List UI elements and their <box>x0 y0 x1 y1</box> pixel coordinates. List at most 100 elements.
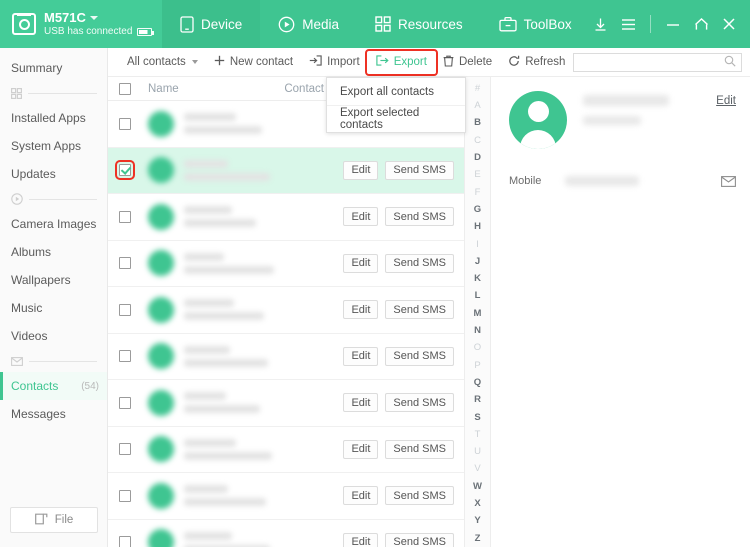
send-sms-button[interactable]: Send SMS <box>385 439 454 459</box>
envelope-icon[interactable] <box>721 175 736 187</box>
alpha-index-s[interactable]: S <box>465 409 490 426</box>
device-brand-block[interactable]: M571C USB has connected <box>0 0 162 48</box>
send-sms-button[interactable]: Send SMS <box>385 253 454 273</box>
table-row[interactable]: Edit Send SMS <box>108 334 464 380</box>
alpha-index-j[interactable]: J <box>465 253 490 270</box>
search-box[interactable] <box>573 52 742 72</box>
table-row[interactable]: Edit Send SMS <box>108 427 464 473</box>
sidebar-item-messages[interactable]: Messages <box>0 400 107 428</box>
alpha-index-u[interactable]: U <box>465 443 490 460</box>
alpha-index-w[interactable]: W <box>465 478 490 495</box>
row-checkbox[interactable] <box>119 350 131 363</box>
export-button[interactable]: Export <box>364 48 438 76</box>
alpha-index-p[interactable]: P <box>465 357 490 374</box>
send-sms-button[interactable]: Send SMS <box>385 486 454 506</box>
row-checkbox[interactable] <box>119 117 131 130</box>
table-row[interactable]: Edit Send SMS <box>108 241 464 287</box>
alpha-index-k[interactable]: K <box>465 270 490 287</box>
menu-icon[interactable] <box>615 8 641 40</box>
alpha-index-r[interactable]: R <box>465 391 490 408</box>
send-sms-button[interactable]: Send SMS <box>385 532 454 547</box>
table-row[interactable]: Edit Send SMS <box>108 380 464 427</box>
sidebar-item-summary[interactable]: Summary <box>0 54 107 82</box>
download-icon[interactable] <box>587 8 613 40</box>
alpha-index-y[interactable]: Y <box>465 512 490 529</box>
edit-button[interactable]: Edit <box>343 532 379 547</box>
edit-button[interactable]: Edit <box>343 253 379 273</box>
row-checkbox[interactable] <box>119 257 131 270</box>
tab-resources[interactable]: Resources <box>357 0 481 48</box>
search-icon[interactable] <box>724 55 736 70</box>
alpha-index-hash[interactable]: # <box>465 80 490 97</box>
tab-media[interactable]: Media <box>260 0 357 48</box>
alpha-index-z[interactable]: Z <box>465 530 490 547</box>
alphabet-index[interactable]: # A B C D E F G H I J K L M N O P Q R S T U V W X Y Z <box>465 77 491 547</box>
send-sms-button[interactable]: Send SMS <box>385 207 454 227</box>
import-button[interactable]: Import <box>301 52 368 73</box>
file-button[interactable]: File <box>10 507 98 533</box>
sidebar-item-camera-images[interactable]: Camera Images <box>0 210 107 238</box>
table-row[interactable]: Edit Send SMS <box>108 287 464 334</box>
sidebar-item-updates[interactable]: Updates <box>0 160 107 188</box>
alpha-index-g[interactable]: G <box>465 201 490 218</box>
row-checkbox[interactable] <box>119 536 131 547</box>
alpha-index-b[interactable]: B <box>465 115 490 132</box>
new-contact-button[interactable]: New contact <box>206 52 301 73</box>
alpha-index-a[interactable]: A <box>465 97 490 114</box>
alpha-index-l[interactable]: L <box>465 288 490 305</box>
alpha-index-m[interactable]: M <box>465 305 490 322</box>
alpha-index-f[interactable]: F <box>465 184 490 201</box>
table-row[interactable]: Edit Send SMS <box>108 520 464 547</box>
table-row[interactable]: Edit Send SMS <box>108 473 464 520</box>
sidebar-item-contacts[interactable]: Contacts (54) <box>0 372 107 400</box>
search-input[interactable] <box>579 56 724 68</box>
send-sms-button[interactable]: Send SMS <box>385 160 454 180</box>
row-checkbox[interactable] <box>119 443 131 456</box>
send-sms-button[interactable]: Send SMS <box>385 393 454 413</box>
sidebar-item-albums[interactable]: Albums <box>0 238 107 266</box>
edit-button[interactable]: Edit <box>343 439 379 459</box>
alpha-index-c[interactable]: C <box>465 132 490 149</box>
alpha-index-i[interactable]: I <box>465 236 490 253</box>
row-checkbox[interactable] <box>119 303 131 316</box>
alpha-index-v[interactable]: V <box>465 461 490 478</box>
tab-device[interactable]: Device <box>162 0 261 48</box>
alpha-index-q[interactable]: Q <box>465 374 490 391</box>
device-name-row[interactable]: M571C <box>44 10 152 26</box>
edit-button[interactable]: Edit <box>343 393 379 413</box>
send-sms-button[interactable]: Send SMS <box>385 300 454 320</box>
tab-toolbox[interactable]: ToolBox <box>481 0 590 48</box>
edit-button[interactable]: Edit <box>343 486 379 506</box>
sidebar-item-installed-apps[interactable]: Installed Apps <box>0 104 107 132</box>
row-checkbox[interactable] <box>119 489 131 502</box>
sidebar-item-system-apps[interactable]: System Apps <box>0 132 107 160</box>
send-sms-button[interactable]: Send SMS <box>385 346 454 366</box>
alpha-index-x[interactable]: X <box>465 495 490 512</box>
edit-button[interactable]: Edit <box>343 346 379 366</box>
delete-button[interactable]: Delete <box>435 52 500 73</box>
select-all-checkbox[interactable] <box>119 82 131 95</box>
row-checkbox[interactable] <box>115 160 135 181</box>
alpha-index-o[interactable]: O <box>465 339 490 356</box>
row-checkbox[interactable] <box>119 396 131 409</box>
export-all-contacts-item[interactable]: Export all contacts <box>327 78 465 105</box>
sidebar-item-videos[interactable]: Videos <box>0 322 107 350</box>
home-icon[interactable] <box>688 8 714 40</box>
row-checkbox[interactable] <box>119 210 131 223</box>
table-row[interactable]: Edit Send SMS <box>108 194 464 241</box>
chevron-down-icon[interactable] <box>89 15 98 20</box>
refresh-button[interactable]: Refresh <box>500 52 573 73</box>
alpha-index-h[interactable]: H <box>465 218 490 235</box>
alpha-index-n[interactable]: N <box>465 322 490 339</box>
edit-button[interactable]: Edit <box>343 207 379 227</box>
alpha-index-e[interactable]: E <box>465 166 490 183</box>
edit-button[interactable]: Edit <box>343 300 379 320</box>
sidebar-item-wallpapers[interactable]: Wallpapers <box>0 266 107 294</box>
edit-button[interactable]: Edit <box>343 160 379 180</box>
detail-edit-link[interactable]: Edit <box>716 91 736 107</box>
export-selected-contacts-item[interactable]: Export selected contacts <box>327 105 465 132</box>
minimize-icon[interactable] <box>660 8 686 40</box>
close-icon[interactable] <box>716 8 742 40</box>
all-contacts-filter[interactable]: All contacts <box>119 52 206 73</box>
alpha-index-t[interactable]: T <box>465 426 490 443</box>
